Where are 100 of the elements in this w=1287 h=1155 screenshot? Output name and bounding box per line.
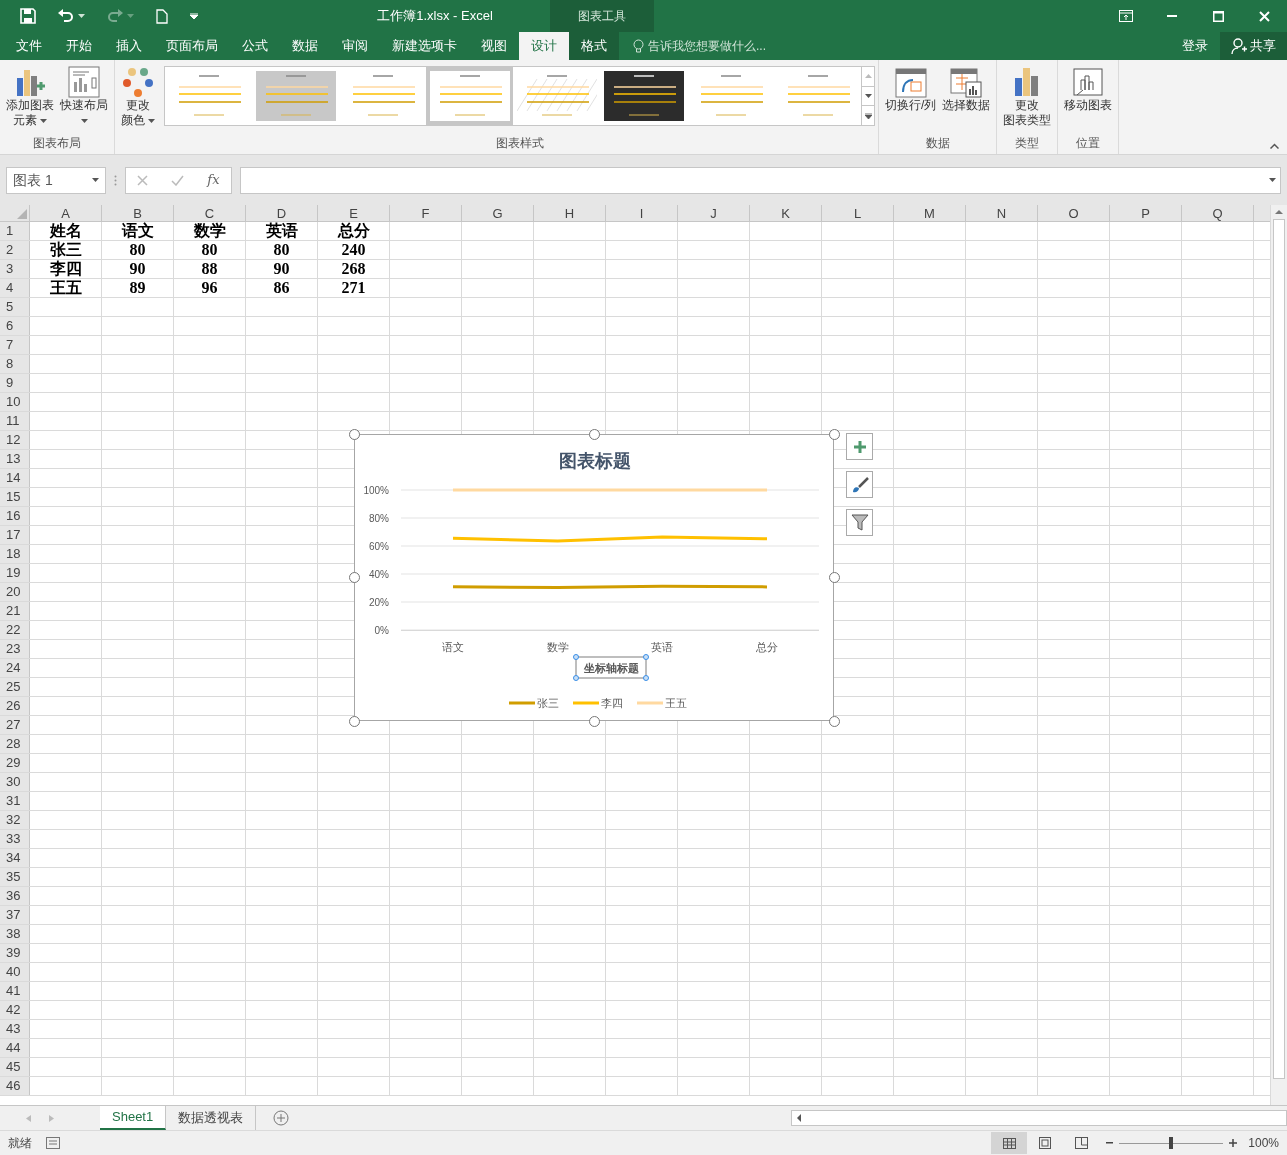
row-header[interactable]: 12 — [0, 431, 30, 449]
add-chart-element-button[interactable] — [846, 433, 873, 460]
zoom-thumb[interactable] — [1169, 1137, 1173, 1149]
chart-area[interactable]: 图表标题 0% 20% 40% 60% 80% 100% 语文 数学 英语 总分 坐标轴标题 张三 李四 王五 — [354, 434, 834, 721]
ribbon-tab[interactable]: 页面布局 — [154, 32, 230, 60]
axis-title[interactable]: 坐标轴标题 — [575, 656, 647, 679]
resize-handle[interactable] — [349, 429, 360, 440]
ribbon-button[interactable]: 更改 图表类型 — [1000, 60, 1055, 128]
check-icon[interactable] — [171, 174, 185, 186]
row-header[interactable]: 45 — [0, 1058, 30, 1076]
row-header[interactable]: 32 — [0, 811, 30, 829]
row-header[interactable]: 4 — [0, 279, 30, 297]
row-header[interactable]: 26 — [0, 697, 30, 715]
vertical-scrollbar[interactable] — [1270, 205, 1287, 1105]
row-header[interactable]: 2 — [0, 241, 30, 259]
selection-handle[interactable] — [643, 675, 649, 681]
resize-handle[interactable] — [829, 572, 840, 583]
ribbon-tab[interactable]: 审阅 — [330, 32, 380, 60]
row-header[interactable]: 43 — [0, 1020, 30, 1038]
resize-handle[interactable] — [349, 716, 360, 727]
column-header[interactable]: F — [390, 205, 462, 221]
ribbon-tab[interactable]: 文件 — [4, 32, 54, 60]
normal-view-button[interactable] — [991, 1132, 1027, 1154]
row-header[interactable]: 37 — [0, 906, 30, 924]
zoom-slider[interactable] — [1119, 1136, 1223, 1150]
ribbon-tab[interactable]: 格式 — [569, 32, 619, 60]
column-header[interactable]: G — [462, 205, 534, 221]
row-header[interactable]: 16 — [0, 507, 30, 525]
resize-handle[interactable] — [829, 716, 840, 727]
row-header[interactable]: 33 — [0, 830, 30, 848]
cancel-icon[interactable] — [137, 174, 149, 186]
row-header[interactable]: 22 — [0, 621, 30, 639]
row-header[interactable]: 6 — [0, 317, 30, 335]
chart-filter-button[interactable] — [846, 509, 873, 536]
row-header[interactable]: 17 — [0, 526, 30, 544]
ribbon-button[interactable]: 快速布局 — [57, 60, 111, 128]
ribbon-tab[interactable]: 新建选项卡 — [380, 32, 469, 60]
row-header[interactable]: 40 — [0, 963, 30, 981]
row-header[interactable]: 19 — [0, 564, 30, 582]
row-header[interactable]: 42 — [0, 1001, 30, 1019]
zoom-level[interactable]: 100% — [1243, 1134, 1287, 1152]
ribbon-button[interactable]: 移动图表 — [1061, 60, 1116, 113]
ribbon-tab[interactable]: 数据 — [280, 32, 330, 60]
ribbon-tab[interactable]: 插入 — [104, 32, 154, 60]
sign-in-link[interactable]: 登录 — [1170, 32, 1220, 60]
ribbon-tab[interactable]: 视图 — [469, 32, 519, 60]
chart-style-thumbnail[interactable] — [426, 67, 513, 125]
row-header[interactable]: 34 — [0, 849, 30, 867]
row-header[interactable]: 39 — [0, 944, 30, 962]
column-header[interactable]: A — [30, 205, 102, 221]
row-header[interactable]: 29 — [0, 754, 30, 772]
row-header[interactable]: 41 — [0, 982, 30, 1000]
column-header[interactable]: E — [318, 205, 390, 221]
row-header[interactable]: 20 — [0, 583, 30, 601]
row-header[interactable]: 28 — [0, 735, 30, 753]
macro-record-icon[interactable] — [46, 1137, 60, 1149]
horizontal-scrollbar[interactable] — [791, 1110, 1287, 1126]
customize-caret-icon[interactable] — [190, 13, 198, 19]
insert-function-button[interactable]: fx — [207, 170, 220, 190]
row-header[interactable]: 46 — [0, 1077, 30, 1095]
resize-handle[interactable] — [349, 572, 360, 583]
row-header[interactable]: 15 — [0, 488, 30, 506]
resize-handle[interactable] — [829, 429, 840, 440]
selection-handle[interactable] — [643, 654, 649, 660]
name-box[interactable]: 图表 1 — [6, 166, 106, 194]
column-header[interactable]: I — [606, 205, 678, 221]
resize-handle[interactable] — [589, 429, 600, 440]
column-header[interactable]: Q — [1182, 205, 1254, 221]
resize-handle[interactable] — [589, 716, 600, 727]
chart-styles-button[interactable] — [846, 471, 873, 498]
row-header[interactable]: 25 — [0, 678, 30, 696]
row-header[interactable]: 3 — [0, 260, 30, 278]
column-header[interactable]: J — [678, 205, 750, 221]
column-header[interactable]: K — [750, 205, 822, 221]
ribbon-button[interactable]: 添加图表 元素 — [3, 60, 57, 128]
ribbon-tab[interactable]: 设计 — [519, 32, 569, 60]
row-header[interactable]: 13 — [0, 450, 30, 468]
column-header[interactable]: L — [822, 205, 894, 221]
column-header[interactable]: C — [174, 205, 246, 221]
collapse-ribbon-icon[interactable] — [1270, 143, 1279, 149]
row-header[interactable]: 21 — [0, 602, 30, 620]
row-header[interactable]: 8 — [0, 355, 30, 373]
ribbon-tab[interactable]: 开始 — [54, 32, 104, 60]
row-header[interactable]: 10 — [0, 393, 30, 411]
undo-icon[interactable] — [58, 9, 74, 23]
ribbon-button[interactable]: 切换行/列 — [882, 60, 940, 113]
row-header[interactable]: 38 — [0, 925, 30, 943]
row-header[interactable]: 14 — [0, 469, 30, 487]
row-header[interactable]: 35 — [0, 868, 30, 886]
selection-handle[interactable] — [573, 675, 579, 681]
row-header[interactable]: 7 — [0, 336, 30, 354]
column-header[interactable]: O — [1038, 205, 1110, 221]
row-header[interactable]: 5 — [0, 298, 30, 316]
column-header[interactable]: D — [246, 205, 318, 221]
row-header[interactable]: 18 — [0, 545, 30, 563]
column-header[interactable]: H — [534, 205, 606, 221]
add-sheet-icon[interactable] — [273, 1110, 290, 1126]
share-button[interactable]: 共享 — [1220, 32, 1287, 60]
column-header[interactable]: B — [102, 205, 174, 221]
sheet-tab[interactable]: Sheet1 — [100, 1106, 167, 1130]
